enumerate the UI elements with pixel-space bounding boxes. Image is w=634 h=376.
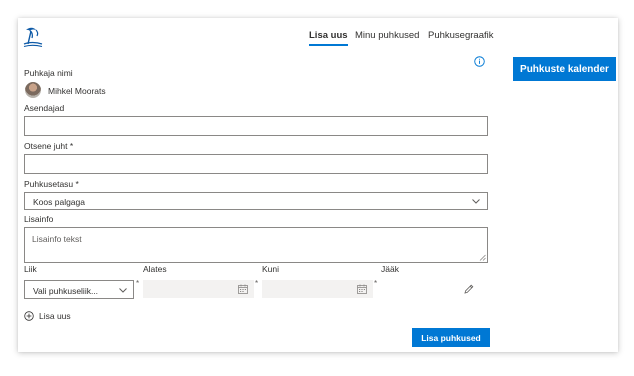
- tab-minu-puhkused[interactable]: Minu puhkused: [355, 30, 419, 41]
- manager-label: Otsene juht *: [24, 141, 74, 151]
- to-column-label: Kuni: [262, 264, 280, 274]
- type-column-label: Liik: [24, 264, 37, 274]
- info-icon[interactable]: [474, 56, 485, 67]
- required-mark: *: [255, 279, 259, 288]
- from-column-label: Alates: [143, 264, 167, 274]
- requester-name: Mihkel Moorats: [48, 86, 106, 96]
- palm-tree-beach-icon: [23, 27, 43, 48]
- substitutes-label: Asendajad: [24, 103, 65, 113]
- pay-label: Puhkusetasu *: [24, 179, 79, 189]
- substitutes-input[interactable]: [24, 116, 488, 136]
- manager-input[interactable]: [24, 154, 488, 174]
- remaining-column-label: Jääk: [381, 264, 399, 274]
- required-mark: *: [374, 279, 378, 288]
- extra-info-textarea[interactable]: Lisainfo tekst: [24, 227, 488, 263]
- resize-handle-icon[interactable]: [479, 254, 486, 261]
- pay-select[interactable]: Koos palgaga: [24, 192, 488, 210]
- holiday-type-placeholder: Vali puhkuseliik...: [33, 286, 99, 296]
- add-new-label: Lisa uus: [39, 311, 71, 321]
- add-new-row-button[interactable]: Lisa uus: [24, 311, 71, 321]
- calendar-icon[interactable]: [357, 284, 367, 294]
- pencil-edit-icon[interactable]: [464, 284, 474, 294]
- from-date-input[interactable]: [143, 280, 254, 298]
- to-date-input[interactable]: [262, 280, 373, 298]
- tab-lisa-uus[interactable]: Lisa uus: [309, 30, 348, 46]
- chevron-down-icon: [472, 199, 480, 204]
- submit-holidays-button[interactable]: Lisa puhkused: [412, 328, 490, 347]
- extra-info-label: Lisainfo: [24, 214, 54, 224]
- required-mark: *: [136, 279, 140, 288]
- pay-value: Koos palgaga: [33, 197, 85, 207]
- holiday-calendar-button[interactable]: Puhkuste kalender: [513, 57, 616, 81]
- holiday-type-select[interactable]: Vali puhkuseliik...: [24, 280, 134, 299]
- calendar-icon[interactable]: [238, 284, 248, 294]
- tab-puhkusegraafik[interactable]: Puhkusegraafik: [428, 30, 493, 41]
- plus-circle-icon: [24, 311, 34, 321]
- chevron-down-icon: [119, 288, 127, 293]
- extra-info-placeholder: Lisainfo tekst: [32, 234, 82, 244]
- requester-label: Puhkaja nimi: [24, 68, 73, 78]
- avatar: [25, 82, 41, 98]
